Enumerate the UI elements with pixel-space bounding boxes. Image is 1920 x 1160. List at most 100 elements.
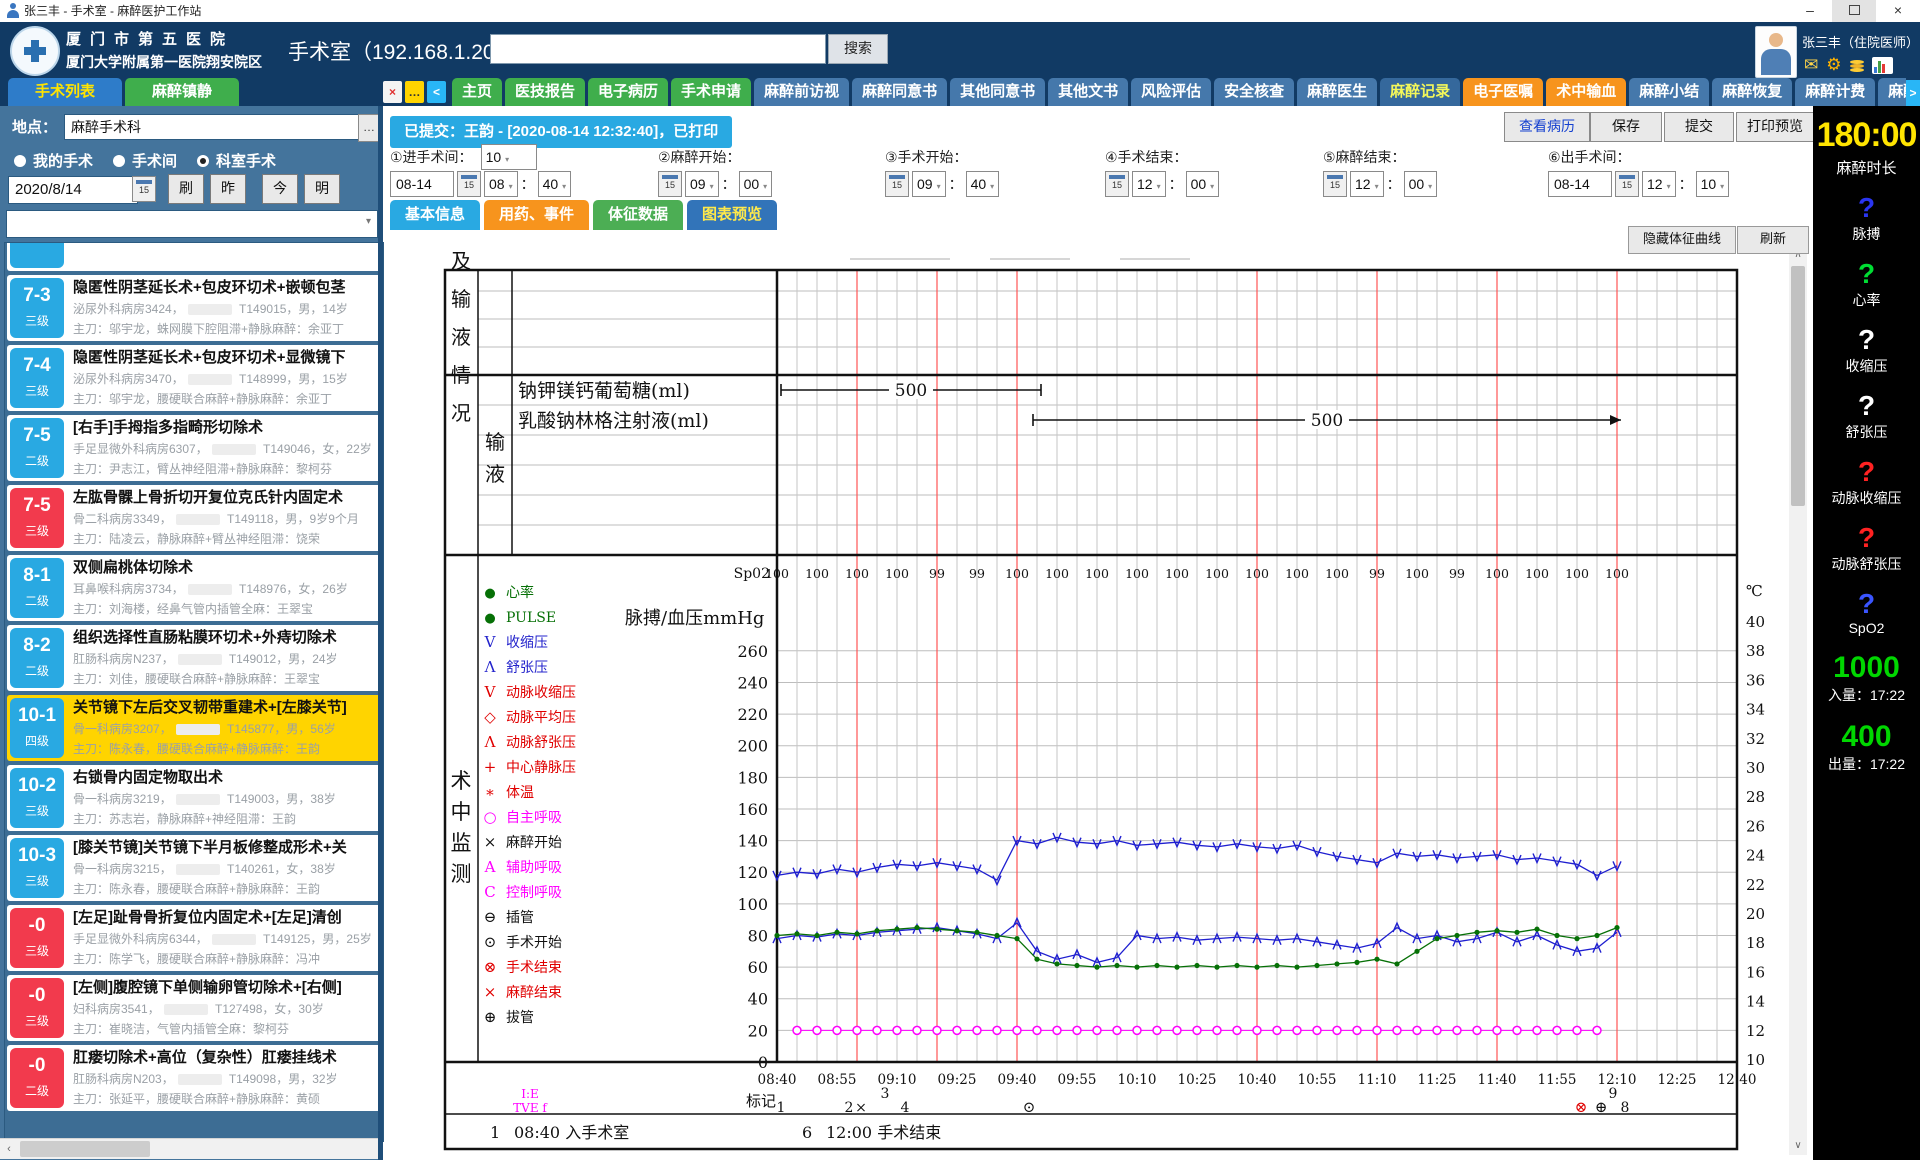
calendar-icon[interactable] <box>658 171 682 197</box>
hour-select[interactable]: 08▾ <box>484 171 518 197</box>
minute-select[interactable]: 40▾ <box>966 171 1000 197</box>
tab-麻醉医生[interactable]: 麻醉医生 <box>1297 78 1377 106</box>
tab-风险评估[interactable]: 风险评估 <box>1131 78 1211 106</box>
minute-select[interactable]: 00▾ <box>1404 171 1438 197</box>
scrollbar-thumb[interactable] <box>20 1141 150 1157</box>
chart-button-刷新[interactable]: 刷新 <box>1737 226 1809 254</box>
location-input[interactable]: 麻醉手术科 <box>64 114 368 140</box>
date-input[interactable]: 2020/8/14 <box>8 176 138 204</box>
tab-麻醉前访视[interactable]: 麻醉前访视 <box>754 78 849 106</box>
mail-icon[interactable]: ✉ <box>1804 56 1818 74</box>
svg-text:12:40: 12:40 <box>1718 1072 1757 1088</box>
search-button[interactable]: 搜索 <box>828 34 888 64</box>
tab-麻醉恢复[interactable]: 麻醉恢复 <box>1712 78 1792 106</box>
action-提交[interactable]: 提交 <box>1664 112 1734 142</box>
minute-select[interactable]: 00▾ <box>739 171 773 197</box>
surgery-item-7-4[interactable]: 7-4三级隐匿性阴茎延长术+包皮环切术+显微镜下泌尿外科病房3470， T148… <box>7 345 381 411</box>
action-查看病历[interactable]: 查看病历 <box>1504 112 1590 142</box>
subtab-体征数据[interactable]: 体征数据 <box>593 200 683 230</box>
radio-我的手术[interactable]: 我的手术 <box>14 150 93 171</box>
surgery-item-8-2[interactable]: 8-2二级组织选择性直肠粘膜环切术+外痔切除术肛肠科病房N237， T14901… <box>7 625 381 691</box>
date-button-明[interactable]: 明 <box>304 174 340 204</box>
action-保存[interactable]: 保存 <box>1590 112 1662 142</box>
tab-麻醉小结[interactable]: 麻醉小结 <box>1629 78 1709 106</box>
tab-医技报告[interactable]: 医技报告 <box>505 78 585 106</box>
location-more-button[interactable]: … <box>358 114 380 142</box>
minute-select[interactable]: 00▾ <box>1186 171 1220 197</box>
tab-麻醉记录[interactable]: 麻醉记录 <box>1380 78 1460 106</box>
user-name: 张三丰（住院医师） <box>1802 32 1919 51</box>
surgery-item-7-5[interactable]: 7-5二级[右手]手拇指多指畸形切除术手足显微外科病房6307， T149046… <box>7 415 381 481</box>
scroll-down-icon[interactable]: ∨ <box>1789 1137 1807 1155</box>
search-input[interactable] <box>490 34 826 64</box>
minute-select[interactable]: 40▾ <box>538 171 572 197</box>
tab-麻醉后访视[interactable]: 麻醉后访视 <box>1878 78 1906 106</box>
room-select[interactable]: 10▾ <box>481 144 537 170</box>
tab-mini-button-2[interactable]: < <box>427 81 446 103</box>
surgery-item-10-1[interactable]: 10-1四级关节镜下左后交叉韧带重建术+[左膝关节]骨一科病房3207， T14… <box>7 695 381 761</box>
hour-select[interactable]: 09▾ <box>912 171 946 197</box>
radio-科室手术[interactable]: 科室手术 <box>197 150 276 171</box>
coins-icon[interactable] <box>1850 58 1864 74</box>
scroll-left-icon[interactable]: ‹ <box>0 1139 18 1159</box>
surgery-item--0[interactable]: -0三级[左足]趾骨骨折复位内固定术+[左足]清创手足显微外科病房6344， T… <box>7 905 381 971</box>
date-button-昨[interactable]: 昨 <box>210 174 246 204</box>
side-tab-手术列表[interactable]: 手术列表 <box>8 78 122 106</box>
calendar-icon[interactable] <box>1105 171 1129 197</box>
surgery-item-8-1[interactable]: 8-1二级双侧扁桃体切除术耳鼻喉科病房3734， T148976，女，26岁主刀… <box>7 555 381 621</box>
calendar-icon[interactable] <box>885 171 909 197</box>
date-field[interactable]: 08-14 <box>390 171 454 197</box>
gear-icon[interactable]: ⚙ <box>1826 56 1841 74</box>
tab-麻醉计费[interactable]: 麻醉计费 <box>1795 78 1875 106</box>
chart-button-隐藏体征曲线[interactable]: 隐藏体征曲线 <box>1628 226 1736 254</box>
hour-select[interactable]: 12▾ <box>1350 171 1384 197</box>
hour-select[interactable]: 12▾ <box>1642 171 1676 197</box>
tab-电子医嘱[interactable]: 电子医嘱 <box>1463 78 1543 106</box>
avatar[interactable] <box>1755 26 1797 78</box>
sidebar-horizontal-scrollbar[interactable]: ‹ <box>0 1138 382 1159</box>
tabs-scroll-right-button[interactable]: > <box>1906 80 1920 106</box>
subtab-用药、事件[interactable]: 用药、事件 <box>484 200 589 230</box>
subtab-图表预览[interactable]: 图表预览 <box>687 200 777 230</box>
surgery-item-10-3[interactable]: 10-3三级[膝关节镜]关节镜下半月板修整成形术+关骨一科病房3215， T14… <box>7 835 381 901</box>
surgery-item-partial[interactable]: 三级泌尿外科病房3409， T149000，男，12岁主刀：邬宇龙，蛛网膜下腔阻… <box>7 242 381 271</box>
surgery-item-7-5[interactable]: 7-5三级左肱骨髁上骨折切开复位克氏针内固定术骨二科病房3349， T14911… <box>7 485 381 551</box>
svg-text:99: 99 <box>969 566 985 581</box>
date-button-今[interactable]: 今 <box>262 174 298 204</box>
tab-手术申请[interactable]: 手术申请 <box>671 78 751 106</box>
action-打印预览[interactable]: 打印预览 <box>1736 112 1814 142</box>
subtab-基本信息[interactable]: 基本信息 <box>390 200 480 230</box>
hour-select[interactable]: 12▾ <box>1132 171 1166 197</box>
surgery-item--0[interactable]: -0三级[左侧]腹腔镜下单侧输卵管切除术+[右侧]妇科病房3541， T1274… <box>7 975 381 1041</box>
svg-text:3: 3 <box>881 1086 890 1102</box>
surgery-item-7-3[interactable]: 7-3三级隐匿性阴茎延长术+包皮环切术+嵌顿包茎泌尿外科病房3424， T149… <box>7 275 381 341</box>
tab-其他同意书[interactable]: 其他同意书 <box>950 78 1045 106</box>
tab-其他文书[interactable]: 其他文书 <box>1048 78 1128 106</box>
tab-安全核查[interactable]: 安全核查 <box>1214 78 1294 106</box>
side-tab-麻醉镇静[interactable]: 麻醉镇静 <box>125 78 239 106</box>
calendar-icon[interactable] <box>1615 171 1639 197</box>
date-field[interactable]: 08-14 <box>1548 171 1612 197</box>
minimize-button[interactable]: – <box>1788 0 1832 22</box>
filter-dropdown[interactable] <box>6 210 378 238</box>
chart-vertical-scrollbar[interactable]: ∧ ∨ <box>1789 246 1807 1155</box>
tab-麻醉同意书[interactable]: 麻醉同意书 <box>852 78 947 106</box>
calendar-icon[interactable] <box>1323 171 1347 197</box>
radio-手术间[interactable]: 手术间 <box>113 150 177 171</box>
scrollbar-thumb[interactable] <box>1791 266 1805 506</box>
tab-电子病历[interactable]: 电子病历 <box>588 78 668 106</box>
tab-mini-button-0[interactable]: × <box>383 81 402 103</box>
tab-主页[interactable]: 主页 <box>452 78 502 106</box>
minute-select[interactable]: 10▾ <box>1696 171 1730 197</box>
calendar-icon[interactable] <box>132 176 156 202</box>
calendar-icon[interactable] <box>457 171 481 197</box>
close-button[interactable]: × <box>1876 0 1920 22</box>
hour-select[interactable]: 09▾ <box>685 171 719 197</box>
surgery-item--0[interactable]: -0二级肛瘘切除术+高位（复杂性）肛瘘挂线术肛肠科病房N203， T149098… <box>7 1045 381 1111</box>
surgery-item-10-2[interactable]: 10-2三级右锁骨内固定物取出术骨一科病房3219， T149003，男，38岁… <box>7 765 381 831</box>
chart-icon[interactable] <box>1872 57 1893 74</box>
maximize-button[interactable] <box>1832 0 1876 22</box>
tab-术中输血[interactable]: 术中输血 <box>1546 78 1626 106</box>
tab-mini-button-1[interactable]: … <box>405 81 424 103</box>
date-button-刷[interactable]: 刷 <box>168 174 204 204</box>
